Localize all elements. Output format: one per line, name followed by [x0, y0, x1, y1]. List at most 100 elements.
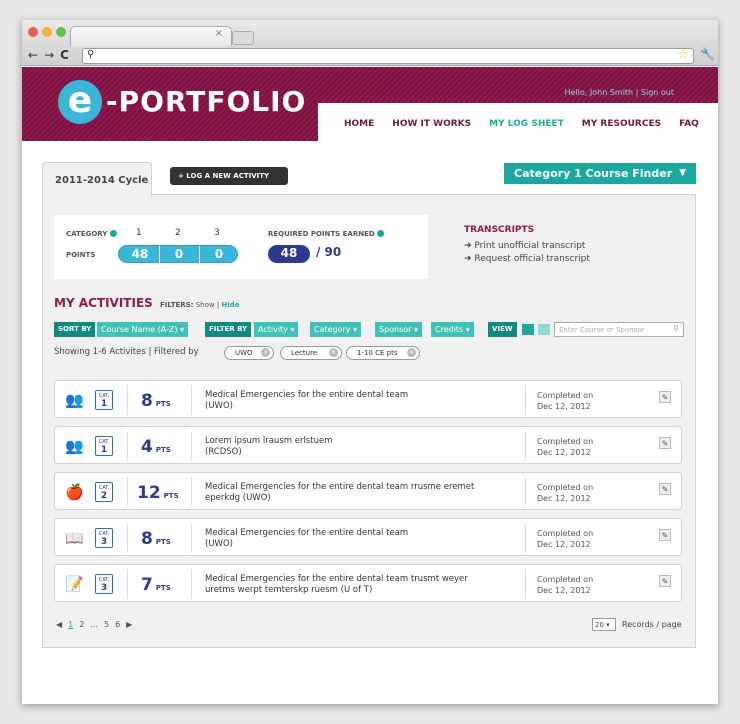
next-page-icon[interactable]: ▶ — [126, 620, 132, 629]
search-icon[interactable]: ⚲ — [673, 324, 679, 333]
category-3-points: 0 — [214, 247, 224, 261]
filter-chip-credits: 1-10 CE pts × — [346, 346, 420, 360]
activity-points: 8 PTS — [141, 391, 171, 411]
print-transcript-link[interactable]: ➜ Print unofficial transcript — [464, 240, 590, 253]
records-per-page-select[interactable]: 20 ▾ — [592, 618, 616, 631]
activity-completed-date: Completed on Dec 12, 2012 — [537, 529, 594, 549]
page-link[interactable]: 5 — [104, 620, 109, 629]
transcripts-title: TRANSCRIPTS — [464, 225, 535, 235]
filter-activity-dropdown[interactable]: Activity ▾ — [254, 322, 299, 337]
edit-icon[interactable]: ✎ — [659, 575, 671, 587]
remove-chip-icon[interactable]: × — [329, 348, 338, 357]
apple-icon: 🍎 — [65, 483, 84, 501]
activity-row[interactable]: 👥 CAT. 1 4 PTS Lorem ipsum lrausm erlstuem… — [54, 426, 682, 464]
page-link[interactable]: 2 — [79, 620, 84, 629]
bookmark-star-icon[interactable]: ☆ — [677, 47, 689, 62]
user-greeting[interactable]: Hello, John Smith | Sign out — [565, 88, 674, 97]
sort-by-label: SORT BY — [54, 322, 96, 337]
browser-tab[interactable]: × — [70, 26, 232, 46]
transcripts-panel: TRANSCRIPTS ➜ Print unofficial transcrip… — [464, 224, 590, 266]
nav-faq[interactable]: FAQ — [679, 119, 699, 129]
category-1-points: 48 — [131, 247, 149, 261]
nav-how-it-works[interactable]: HOW IT WORKS — [392, 119, 471, 129]
course-finder-dropdown[interactable]: Category 1 Course Finder ▼ — [504, 163, 696, 184]
activity-title[interactable]: Medical Emergencies for the entire denta… — [205, 528, 505, 550]
maximize-window-icon[interactable] — [56, 27, 66, 37]
logo-e-icon[interactable]: e — [58, 80, 102, 124]
prev-page-icon[interactable]: ◀ — [56, 620, 62, 629]
category-badge: CAT. 1 — [95, 436, 113, 456]
activity-title[interactable]: Medical Emergencies for the entire denta… — [205, 574, 505, 596]
tab-close-icon[interactable]: × — [215, 28, 223, 39]
activity-title[interactable]: Lorem ipsum lrausm erlstuem (RCDSO) — [205, 436, 505, 458]
list-view-icon[interactable] — [538, 324, 550, 335]
new-tab-button[interactable] — [232, 31, 254, 45]
activity-row[interactable]: 📝 CAT. 3 7 PTS Medical Emergencies for the… — [54, 564, 682, 602]
nav-my-resources[interactable]: MY RESOURCES — [582, 119, 661, 129]
category-3-header: 3 — [214, 228, 220, 238]
edit-icon[interactable]: ✎ — [659, 483, 671, 495]
browser-nav: ← → C — [28, 48, 69, 62]
presentation-icon: 👥 — [65, 391, 84, 409]
edit-icon[interactable]: ✎ — [659, 391, 671, 403]
activity-row[interactable]: 📖 CAT. 3 8 PTS Medical Emergencies for the… — [54, 518, 682, 556]
page-link[interactable]: 6 — [115, 620, 120, 629]
activity-points: 4 PTS — [141, 437, 171, 457]
browser-window: × ← → C ⚲ ☆ 🔧 e -PORTFOLIO Hello, John S… — [22, 20, 718, 704]
remove-chip-icon[interactable]: × — [261, 348, 270, 357]
presentation-icon: 👥 — [65, 437, 84, 455]
filters-show-link[interactable]: Show — [196, 301, 215, 309]
site-header: e -PORTFOLIO Hello, John Smith | Sign ou… — [22, 67, 718, 141]
address-bar[interactable]: ⚲ ☆ — [82, 47, 694, 64]
category-badge: CAT. 3 — [95, 528, 113, 548]
request-transcript-link[interactable]: ➜ Request official transcript — [464, 253, 590, 266]
category-1-header: 1 — [136, 228, 142, 238]
activity-row[interactable]: 🍎 CAT. 2 12 PTS Medical Emergencies for th… — [54, 472, 682, 510]
category-2-header: 2 — [175, 228, 181, 238]
sort-dropdown[interactable]: Course Name (A-Z) ▾ — [97, 322, 189, 337]
reload-icon[interactable]: C — [60, 48, 69, 62]
category-badge: CAT. 2 — [95, 482, 113, 502]
remove-chip-icon[interactable]: × — [407, 348, 416, 357]
activity-title[interactable]: Medical Emergencies for the entire denta… — [205, 390, 505, 412]
category-points-pill: 48 0 0 — [118, 245, 238, 264]
records-label: Records / page — [622, 620, 682, 629]
forward-icon[interactable]: → — [44, 48, 54, 62]
back-icon[interactable]: ← — [28, 48, 38, 62]
info-icon[interactable] — [377, 230, 385, 237]
course-search-input[interactable]: Enter Course or Sponsor ⚲ — [554, 322, 684, 337]
close-window-icon[interactable] — [28, 27, 38, 37]
activity-completed-date: Completed on Dec 12, 2012 — [537, 391, 594, 411]
wrench-icon[interactable]: 🔧 — [700, 47, 715, 61]
required-points-total: / 90 — [316, 245, 342, 259]
logo-text[interactable]: -PORTFOLIO — [106, 85, 306, 118]
filters-hide-link[interactable]: Hide — [221, 301, 239, 309]
filter-credits-dropdown[interactable]: Credits ▾ — [431, 322, 474, 337]
tab-cycle[interactable]: 2011-2014 Cycle — [42, 162, 152, 196]
activity-title[interactable]: Medical Emergencies for the entire denta… — [205, 482, 505, 504]
nav-my-log-sheet[interactable]: MY LOG SHEET — [489, 119, 564, 129]
activity-completed-date: Completed on Dec 12, 2012 — [537, 575, 594, 595]
log-activity-button[interactable]: + LOG A NEW ACTIVITY — [170, 167, 288, 185]
nav-home[interactable]: HOME — [344, 119, 374, 129]
reading-icon: 📖 — [65, 529, 84, 547]
minimize-window-icon[interactable] — [42, 27, 52, 37]
page-ellipsis: ... — [90, 620, 98, 629]
info-icon[interactable] — [109, 230, 117, 237]
filter-sponsor-dropdown[interactable]: Sponsor ▾ — [375, 322, 423, 337]
edit-icon[interactable]: ✎ — [659, 529, 671, 541]
edit-icon[interactable]: ✎ — [659, 437, 671, 449]
activity-completed-date: Completed on Dec 12, 2012 — [537, 437, 594, 457]
activity-points: 8 PTS — [141, 529, 171, 549]
activity-points: 7 PTS — [141, 575, 171, 595]
results-summary: Showing 1-6 Activites | Filtered by — [54, 347, 199, 357]
filter-chip-uwo: UWO × — [224, 346, 274, 360]
category-badge: CAT. 3 — [95, 574, 113, 594]
activity-row[interactable]: 👥 CAT. 1 8 PTS Medical Emergencies for the… — [54, 380, 682, 418]
filter-category-dropdown[interactable]: Category ▾ — [310, 322, 362, 337]
points-summary: CATEGORY 1 2 3 POINTS 48 0 0 REQUIRED PO… — [54, 215, 428, 279]
chevron-down-icon: ▼ — [679, 168, 686, 178]
category-label: CATEGORY — [66, 230, 117, 238]
page-link[interactable]: 1 — [68, 620, 73, 629]
grid-view-icon[interactable] — [522, 324, 534, 335]
